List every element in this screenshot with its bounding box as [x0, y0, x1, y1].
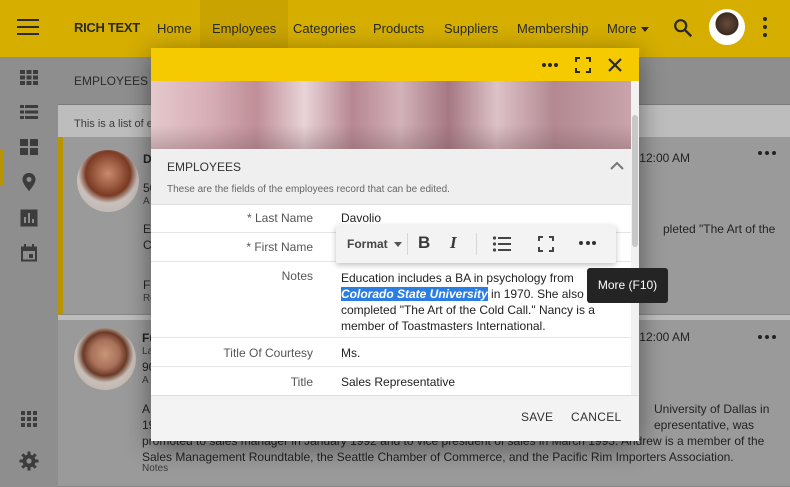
caret-down-icon: [394, 242, 402, 247]
save-button[interactable]: SAVE: [521, 410, 553, 424]
title-field[interactable]: Sales Representative: [341, 375, 455, 389]
employee-photo: [77, 150, 139, 212]
calendar-icon[interactable]: [19, 243, 39, 263]
field-row-notes: Notes Education includes a BA in psychol…: [151, 262, 631, 338]
card-body: epresentative, was: [654, 418, 755, 432]
card-time: 12:00 AM: [639, 151, 690, 165]
cancel-button[interactable]: CANCEL: [571, 410, 621, 424]
format-dropdown[interactable]: Format: [347, 237, 388, 251]
toolbar-divider: [407, 233, 408, 255]
card-body: pleted "The Art of the: [663, 222, 776, 236]
fullscreen-icon[interactable]: [574, 56, 592, 74]
search-icon[interactable]: [672, 17, 694, 39]
notes-text: in 1970. She also: [487, 287, 584, 301]
list-view-icon[interactable]: [19, 102, 39, 122]
bulleted-list-icon[interactable]: [492, 234, 512, 254]
card-more-icon[interactable]: [758, 151, 776, 157]
employee-sub: A: [142, 375, 149, 386]
last-name-field[interactable]: Davolio: [341, 211, 381, 225]
bar-chart-icon[interactable]: [19, 208, 39, 228]
settings-gear-icon[interactable]: [19, 451, 39, 471]
hamburger-icon[interactable]: [17, 19, 39, 37]
card-body: A: [142, 402, 151, 416]
employee-photo: [74, 328, 136, 390]
card-body: University of Dallas in: [654, 402, 770, 416]
map-pin-icon[interactable]: [19, 172, 39, 192]
fullscreen-icon[interactable]: [536, 234, 556, 254]
apps-icon[interactable]: [19, 409, 39, 429]
last-name-label: * Last Name: [246, 211, 313, 225]
scrollbar-thumb[interactable]: [632, 115, 638, 247]
notes-line: Colorado State University in 1970. She a…: [341, 286, 603, 302]
notes-line: Education includes a BA in psychology fr…: [341, 271, 574, 285]
content-description: This is a list of e: [74, 118, 153, 130]
section-title: EMPLOYEES: [167, 160, 242, 174]
rich-text-toolbar: Format B I: [336, 225, 616, 263]
field-row-title-of-courtesy: Title Of Courtesy Ms.: [151, 338, 631, 367]
notes-line: completed "The Art of the Cold Call." Na…: [341, 303, 595, 317]
bold-button[interactable]: B: [418, 233, 430, 253]
more-tooltip: More (F10): [587, 268, 668, 303]
section-description: These are the fields of the employees re…: [167, 184, 450, 195]
notes-label: Notes: [281, 269, 313, 283]
app-brand: RICH TEXT: [74, 20, 140, 35]
more-vertical-icon[interactable]: [762, 17, 768, 39]
section-header[interactable]: EMPLOYEES These are the fields of the em…: [151, 149, 631, 205]
tile-view-icon[interactable]: [19, 137, 39, 157]
notes-line: member of Toastmasters International.: [341, 319, 546, 333]
title-label: Title: [290, 375, 313, 389]
courtesy-label: Title Of Courtesy: [223, 346, 313, 360]
courtesy-field[interactable]: Ms.: [341, 346, 360, 360]
rail-active-indicator: [0, 150, 4, 186]
close-icon[interactable]: [606, 56, 624, 74]
left-rail: [0, 57, 58, 487]
toolbar-divider: [476, 233, 477, 255]
notes-rich-text-editor[interactable]: Education includes a BA in psychology fr…: [341, 270, 603, 334]
record-banner-image: [151, 81, 631, 149]
grid-view-icon[interactable]: [19, 67, 39, 87]
first-name-label: * First Name: [246, 240, 313, 254]
field-row-title: Title Sales Representative: [151, 367, 631, 395]
card-more-icon[interactable]: [758, 335, 776, 341]
card-body: Sales Management Roundtable, the Seattle…: [142, 450, 734, 464]
more-horizontal-icon[interactable]: [542, 63, 558, 69]
user-avatar[interactable]: [709, 9, 745, 45]
employee-sub: A: [143, 196, 150, 207]
dialog-footer: SAVE CANCEL: [151, 395, 639, 441]
caret-down-icon: [640, 27, 649, 33]
more-horizontal-icon[interactable]: [579, 241, 596, 246]
nav-more-label: More: [607, 21, 637, 36]
chevron-up-icon[interactable]: [610, 161, 624, 171]
italic-button[interactable]: I: [450, 233, 457, 253]
card-notes-label: Notes: [142, 463, 169, 474]
card-time: 12:00 AM: [639, 330, 690, 344]
dialog-title-bar: [151, 48, 639, 81]
notes-selected-text[interactable]: Colorado State University: [341, 287, 488, 301]
dialog-scrollbar[interactable]: [631, 81, 639, 395]
content-title: EMPLOYEES (9: [74, 74, 163, 88]
